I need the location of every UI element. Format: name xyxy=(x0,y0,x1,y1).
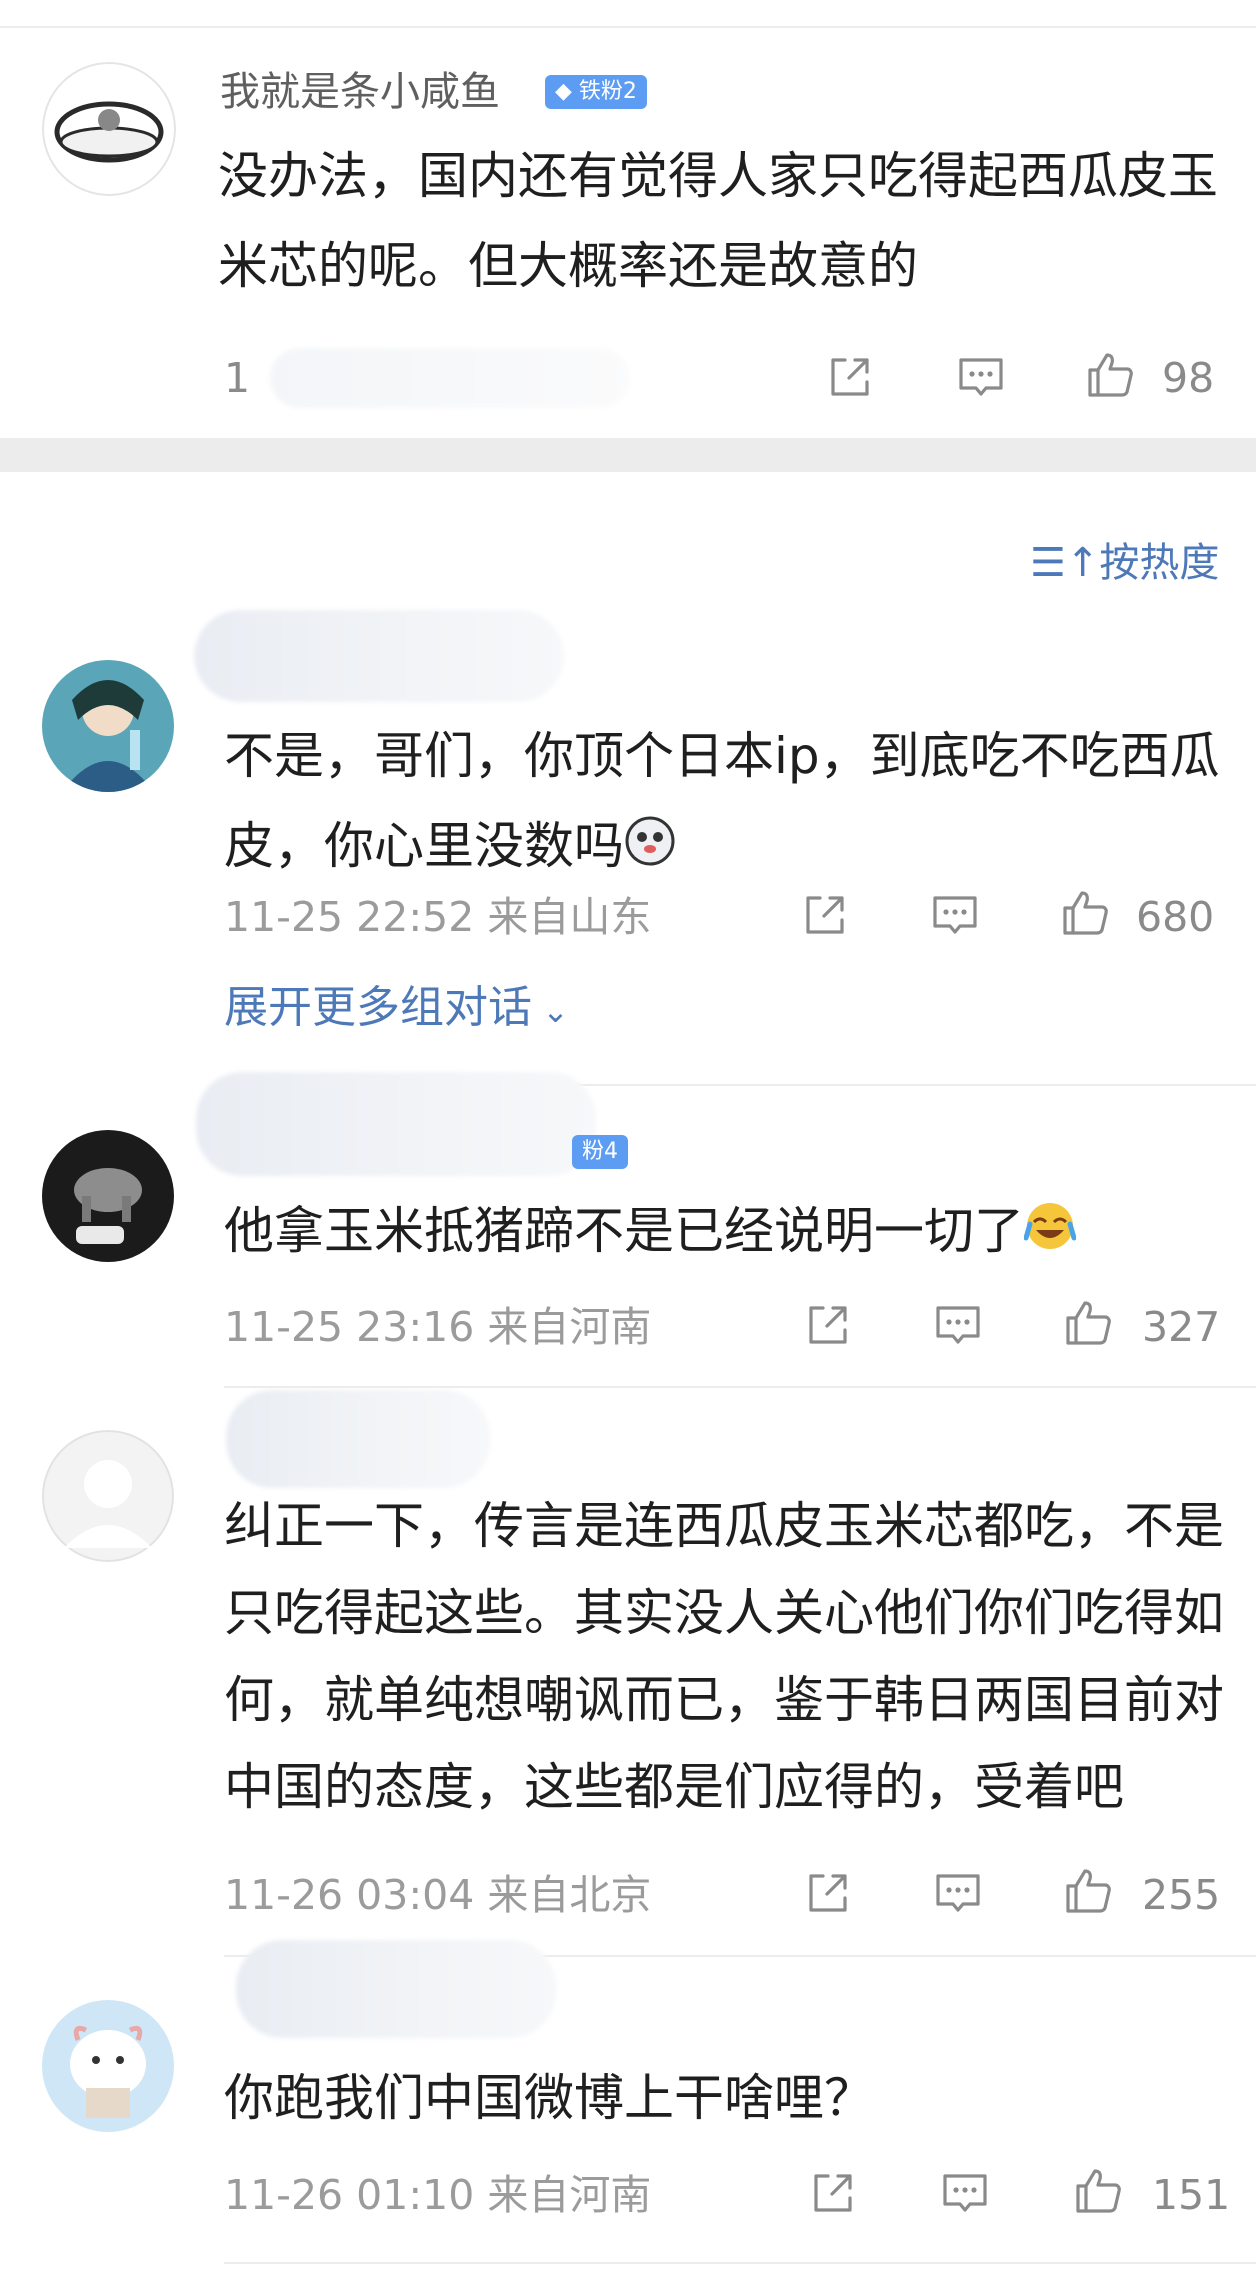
comment-text: 你跑我们中国微博上干啥哩？ xyxy=(224,2069,874,2127)
redacted-username xyxy=(194,610,564,702)
comment-time: 11-25 23:16 来自河南 xyxy=(224,1303,652,1351)
reply-count: 1 xyxy=(224,354,251,402)
fan-badge: 粉4 xyxy=(572,1135,628,1169)
like-count: 255 xyxy=(1142,1871,1221,1919)
comment-icon[interactable] xyxy=(956,352,1006,402)
redacted-username xyxy=(226,1390,490,1488)
like-icon[interactable] xyxy=(1063,1298,1113,1348)
sort-label: 按热度 xyxy=(1099,540,1220,586)
share-icon[interactable] xyxy=(803,1300,853,1350)
divider xyxy=(224,1386,1256,1388)
redacted-area xyxy=(270,348,630,408)
like-count: 151 xyxy=(1152,2171,1231,2219)
redacted-username xyxy=(236,1940,556,2038)
like-icon[interactable] xyxy=(1085,350,1135,400)
avatar[interactable] xyxy=(42,2000,174,2132)
share-icon[interactable] xyxy=(800,890,850,940)
expand-more-link[interactable]: 展开更多组对话 ⌄ xyxy=(224,980,569,1039)
comment-text: 纠正一下，传言是连西瓜皮玉米芯都吃，不是只吃得起这些。其实没人关心他们你们吃得如… xyxy=(224,1497,1224,1816)
fan-badge: ◆ 铁粉2 xyxy=(545,75,647,109)
like-count: 98 xyxy=(1162,354,1215,402)
share-icon[interactable] xyxy=(808,2168,858,2218)
comment-icon[interactable] xyxy=(940,2168,990,2218)
comment-icon[interactable] xyxy=(930,890,980,940)
share-icon[interactable] xyxy=(825,352,875,402)
top-divider xyxy=(0,26,1256,28)
comment-time: 11-25 22:52 来自山东 xyxy=(224,893,652,941)
redacted-username xyxy=(196,1072,596,1176)
section-divider xyxy=(0,438,1256,472)
sort-by-heat-button[interactable]: ☰↑按热度 xyxy=(1030,538,1219,588)
comment-time: 11-26 03:04 来自北京 xyxy=(224,1871,652,1919)
avatar[interactable] xyxy=(42,660,174,792)
like-icon[interactable] xyxy=(1073,2166,1123,2216)
avatar[interactable] xyxy=(42,62,176,196)
badge-label: 铁粉2 xyxy=(578,79,637,104)
diamond-icon: ◆ xyxy=(555,79,572,104)
avatar[interactable] xyxy=(42,1430,174,1562)
like-count: 327 xyxy=(1142,1303,1221,1351)
sort-icon: ☰↑ xyxy=(1030,540,1100,586)
dog-emoji-icon xyxy=(624,805,676,895)
username[interactable]: 我就是条小咸鱼 xyxy=(220,68,500,116)
like-icon[interactable] xyxy=(1060,888,1110,938)
like-icon[interactable] xyxy=(1063,1866,1113,1916)
comment-text: 没办法，国内还有觉得人家只吃得起西瓜皮玉米芯的呢。但大概率还是故意的 xyxy=(218,147,1218,295)
divider xyxy=(224,2262,1256,2264)
avatar[interactable] xyxy=(42,1130,174,1262)
comment-time: 11-26 01:10 来自河南 xyxy=(224,2171,652,2219)
comment-text: 他拿玉米抵猪蹄不是已经说明一切了 xyxy=(224,1186,1234,1280)
like-count: 680 xyxy=(1136,893,1215,941)
chevron-down-icon: ⌄ xyxy=(532,992,569,1030)
comment-icon[interactable] xyxy=(933,1868,983,1918)
laugh-cry-emoji-icon xyxy=(1023,1190,1077,1280)
comment-text: 不是，哥们，你顶个日本ip，到底吃不吃西瓜皮，你心里没数吗 xyxy=(224,711,1234,895)
comment-icon[interactable] xyxy=(933,1300,983,1350)
share-icon[interactable] xyxy=(803,1868,853,1918)
